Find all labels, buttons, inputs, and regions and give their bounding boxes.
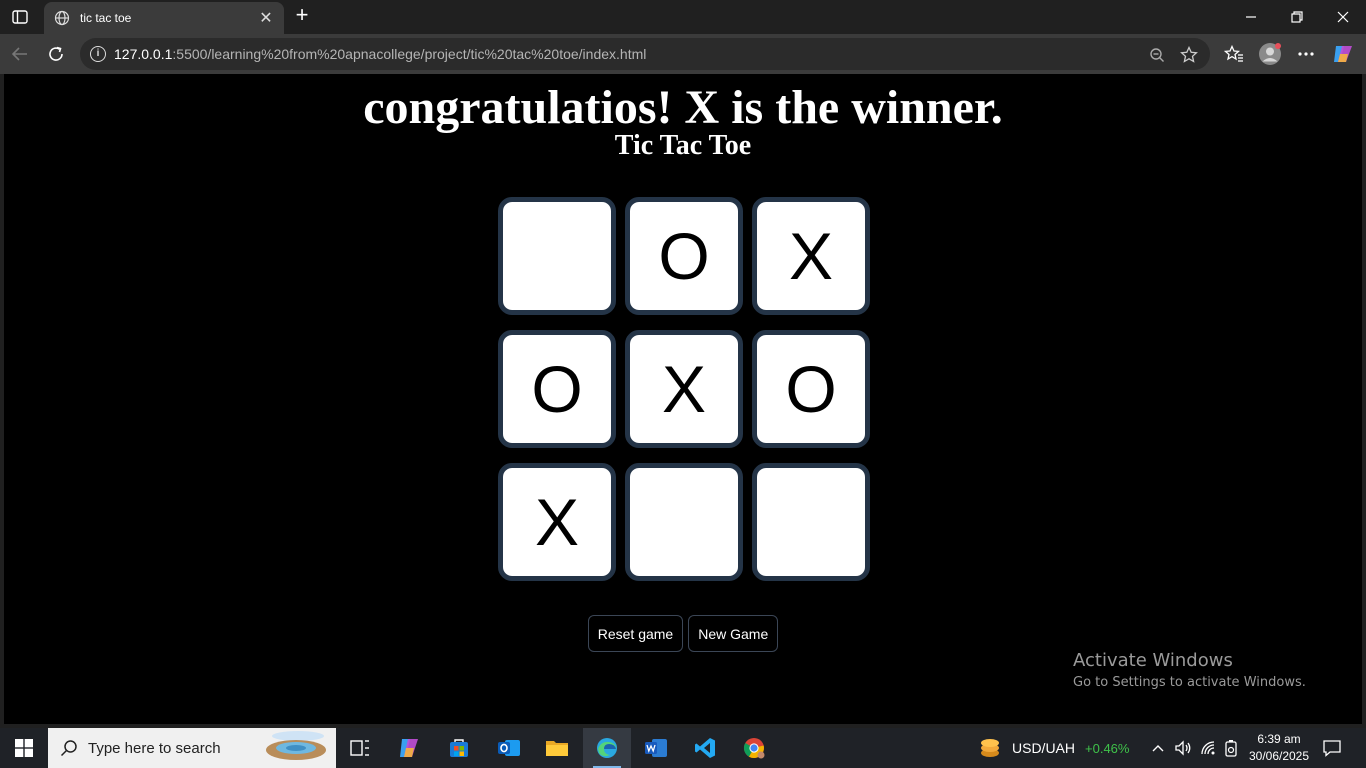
search-icon bbox=[60, 739, 78, 757]
vscode-icon[interactable] bbox=[681, 728, 729, 768]
browser-toolbar: i 127.0.0.1:5500/learning%20from%20apnac… bbox=[0, 34, 1366, 74]
browser-tab[interactable]: tic tac toe ✕ bbox=[44, 2, 284, 34]
winner-message: congratulatios! X is the winner. bbox=[363, 81, 1003, 134]
more-options-icon[interactable] bbox=[1294, 42, 1318, 66]
back-arrow-icon[interactable] bbox=[8, 42, 32, 66]
board-cell-4[interactable]: O bbox=[498, 330, 616, 448]
activate-windows-watermark: Activate Windows Go to Settings to activ… bbox=[1073, 650, 1306, 690]
board-cell-1[interactable] bbox=[498, 197, 616, 315]
currency-pair: USD/UAH bbox=[1012, 740, 1076, 756]
currency-coins-icon bbox=[978, 737, 1002, 759]
taskbar-search-box[interactable]: Type here to search bbox=[48, 728, 336, 768]
new-game-button[interactable]: New Game bbox=[688, 615, 779, 652]
currency-change: +0.46% bbox=[1085, 740, 1130, 756]
url-path: :5500/learning%20from%20apnacollege/proj… bbox=[172, 46, 647, 62]
board-cell-6[interactable]: O bbox=[752, 330, 870, 448]
tab-title: tic tac toe bbox=[80, 11, 132, 25]
new-tab-button[interactable]: + bbox=[290, 4, 314, 28]
game-board: O X O X O X bbox=[498, 197, 870, 581]
notifications-icon[interactable] bbox=[1322, 728, 1342, 768]
currency-widget[interactable]: USD/UAH +0.46% bbox=[978, 728, 1129, 768]
search-placeholder: Type here to search bbox=[88, 739, 221, 757]
address-bar[interactable]: i 127.0.0.1:5500/learning%20from%20apnac… bbox=[80, 38, 1210, 70]
game-controls: Reset game New Game bbox=[4, 615, 1362, 652]
chrome-icon[interactable] bbox=[730, 728, 778, 768]
task-view-icon[interactable] bbox=[336, 728, 384, 768]
zoom-out-icon[interactable] bbox=[1148, 46, 1166, 64]
clock-time: 6:39 am bbox=[1257, 732, 1301, 746]
close-window-icon[interactable] bbox=[1320, 0, 1366, 34]
outlook-icon[interactable] bbox=[485, 728, 533, 768]
close-tab-icon[interactable]: ✕ bbox=[258, 8, 274, 28]
favorite-star-icon[interactable] bbox=[1180, 46, 1198, 64]
wifi-icon[interactable] bbox=[1200, 728, 1216, 768]
file-explorer-icon[interactable] bbox=[533, 728, 581, 768]
watermark-line-2: Go to Settings to activate Windows. bbox=[1073, 675, 1306, 690]
favorites-icon[interactable] bbox=[1222, 42, 1246, 66]
board-cell-2[interactable]: O bbox=[625, 197, 743, 315]
globe-icon bbox=[54, 10, 70, 26]
watermark-line-1: Activate Windows bbox=[1073, 650, 1233, 671]
microsoft-store-icon[interactable] bbox=[435, 728, 483, 768]
browser-tab-strip: tic tac toe ✕ + bbox=[0, 0, 1366, 34]
board-cell-9[interactable] bbox=[752, 463, 870, 581]
windows-taskbar: Type here to search USD/UAH +0.46% 6:39 … bbox=[0, 728, 1366, 768]
battery-icon[interactable] bbox=[1224, 728, 1238, 768]
url-text: 127.0.0.1:5500/learning%20from%20apnacol… bbox=[114, 46, 646, 62]
edge-browser-icon[interactable] bbox=[583, 728, 631, 768]
taskbar-clock[interactable]: 6:39 am 30/06/2025 bbox=[1248, 731, 1310, 765]
copilot-icon[interactable] bbox=[1331, 42, 1355, 66]
restore-icon[interactable] bbox=[1274, 0, 1320, 34]
board-cell-5[interactable]: X bbox=[625, 330, 743, 448]
minimize-icon[interactable] bbox=[1228, 0, 1274, 34]
search-highlight-illustration-icon bbox=[258, 728, 336, 768]
word-icon[interactable] bbox=[632, 728, 680, 768]
copilot-taskbar-icon[interactable] bbox=[386, 728, 434, 768]
reset-game-button[interactable]: Reset game bbox=[587, 615, 684, 652]
refresh-icon[interactable] bbox=[44, 42, 68, 66]
board-cell-3[interactable]: X bbox=[752, 197, 870, 315]
page-title: Tic Tac Toe bbox=[614, 130, 752, 161]
windows-start-icon[interactable] bbox=[0, 728, 48, 768]
volume-icon[interactable] bbox=[1174, 728, 1192, 768]
board-cell-8[interactable] bbox=[625, 463, 743, 581]
profile-avatar-icon[interactable] bbox=[1258, 42, 1282, 66]
clock-date: 30/06/2025 bbox=[1248, 749, 1310, 763]
show-hidden-icons-chevron-icon[interactable] bbox=[1151, 728, 1165, 768]
url-host: 127.0.0.1 bbox=[114, 46, 173, 62]
tab-actions-icon[interactable] bbox=[8, 7, 32, 27]
page-viewport: congratulatios! X is the winner. Tic Tac… bbox=[4, 74, 1362, 724]
site-info-icon[interactable]: i bbox=[90, 46, 106, 62]
board-cell-7[interactable]: X bbox=[498, 463, 616, 581]
